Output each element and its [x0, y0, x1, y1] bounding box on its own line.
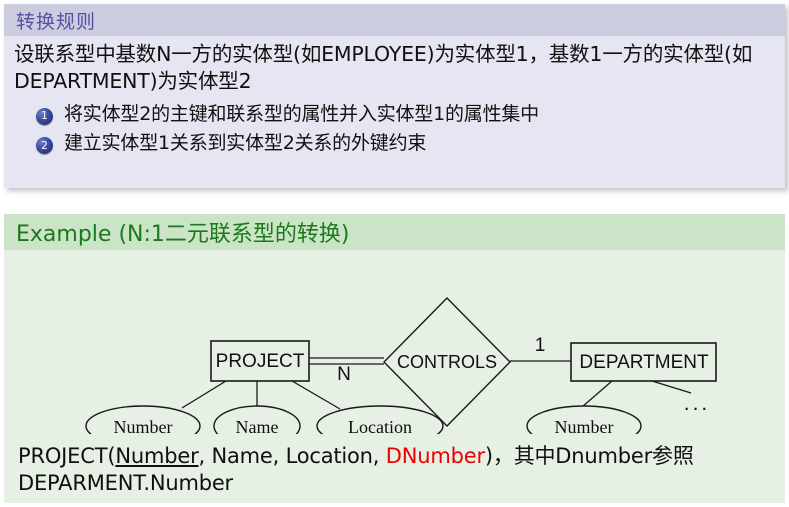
- rule-step-list: 1 将实体型2的主键和联系型的属性并入实体型1的属性集中 2 建立实体型1关系到…: [14, 103, 775, 157]
- er-diagram: PROJECT CONTROLS DEPARTMENT Number Name …: [85, 297, 717, 434]
- schema-primary-key: Number: [115, 444, 199, 468]
- list-item: 2 建立实体型1关系到实体型2关系的外键约束: [36, 132, 775, 156]
- entity-project[interactable]: PROJECT: [210, 340, 310, 382]
- attribute-department-number-label: Number: [555, 417, 614, 434]
- rule-step-text: 将实体型2的主键和联系型的属性并入实体型1的属性集中: [64, 102, 539, 125]
- relational-schema-text: PROJECT(Number, Name, Location, DNumber)…: [18, 443, 773, 497]
- attribute-project-location[interactable]: Location: [316, 405, 444, 434]
- rule-panel-header: 转换规则: [4, 4, 785, 36]
- entity-project-label: PROJECT: [216, 351, 305, 372]
- example-title: Example (N:1二元联系型的转换): [16, 222, 350, 247]
- rule-panel-body: 设联系型中基数N一方的实体型(如EMPLOYEE)为实体型1，基数1一方的实体型…: [4, 36, 785, 156]
- numbered-bullet-icon: 2: [36, 137, 53, 155]
- attribute-project-location-label: Location: [348, 417, 412, 434]
- transformation-rule-panel: 转换规则 设联系型中基数N一方的实体型(如EMPLOYEE)为实体型1，基数1一…: [4, 4, 785, 188]
- connector-project-location: [291, 380, 341, 410]
- relationship-controls-label: CONTROLS: [397, 352, 497, 372]
- page-title: 转换规则: [16, 10, 97, 33]
- rule-step-text: 建立实体型1关系到实体型2关系的外键约束: [64, 132, 427, 155]
- list-item: 1 将实体型2的主键和联系型的属性并入实体型1的属性集中: [36, 103, 775, 127]
- schema-foreign-key: DNumber: [385, 444, 485, 468]
- attribute-project-number-label: Number: [114, 417, 173, 434]
- attribute-department-number[interactable]: Number: [526, 405, 642, 434]
- numbered-bullet-icon: 1: [36, 107, 53, 125]
- example-panel: Example (N:1二元联系型的转换) PROJECT CONTROLS D…: [4, 214, 785, 503]
- rule-statement-text: 设联系型中基数N一方的实体型(如EMPLOYEE)为实体型1，基数1一方的实体型…: [14, 42, 753, 94]
- connector-department-number: [581, 380, 613, 408]
- attribute-project-name-label: Name: [236, 417, 279, 434]
- entity-department-label: DEPARTMENT: [579, 352, 709, 373]
- schema-close-paren: ): [484, 444, 493, 468]
- connector-project-number: [181, 380, 227, 409]
- attribute-project-number[interactable]: Number: [85, 405, 201, 434]
- more-attributes-ellipsis-icon: ...: [684, 392, 711, 415]
- attribute-project-name[interactable]: Name: [213, 405, 301, 434]
- schema-attributes-mid: , Name, Location,: [198, 444, 386, 468]
- schema-relation-name: PROJECT: [18, 444, 108, 468]
- entity-department[interactable]: DEPARTMENT: [570, 342, 717, 382]
- example-panel-header: Example (N:1二元联系型的转换): [4, 214, 785, 250]
- cardinality-label-1: 1: [535, 335, 546, 356]
- cardinality-label-n: N: [337, 364, 351, 385]
